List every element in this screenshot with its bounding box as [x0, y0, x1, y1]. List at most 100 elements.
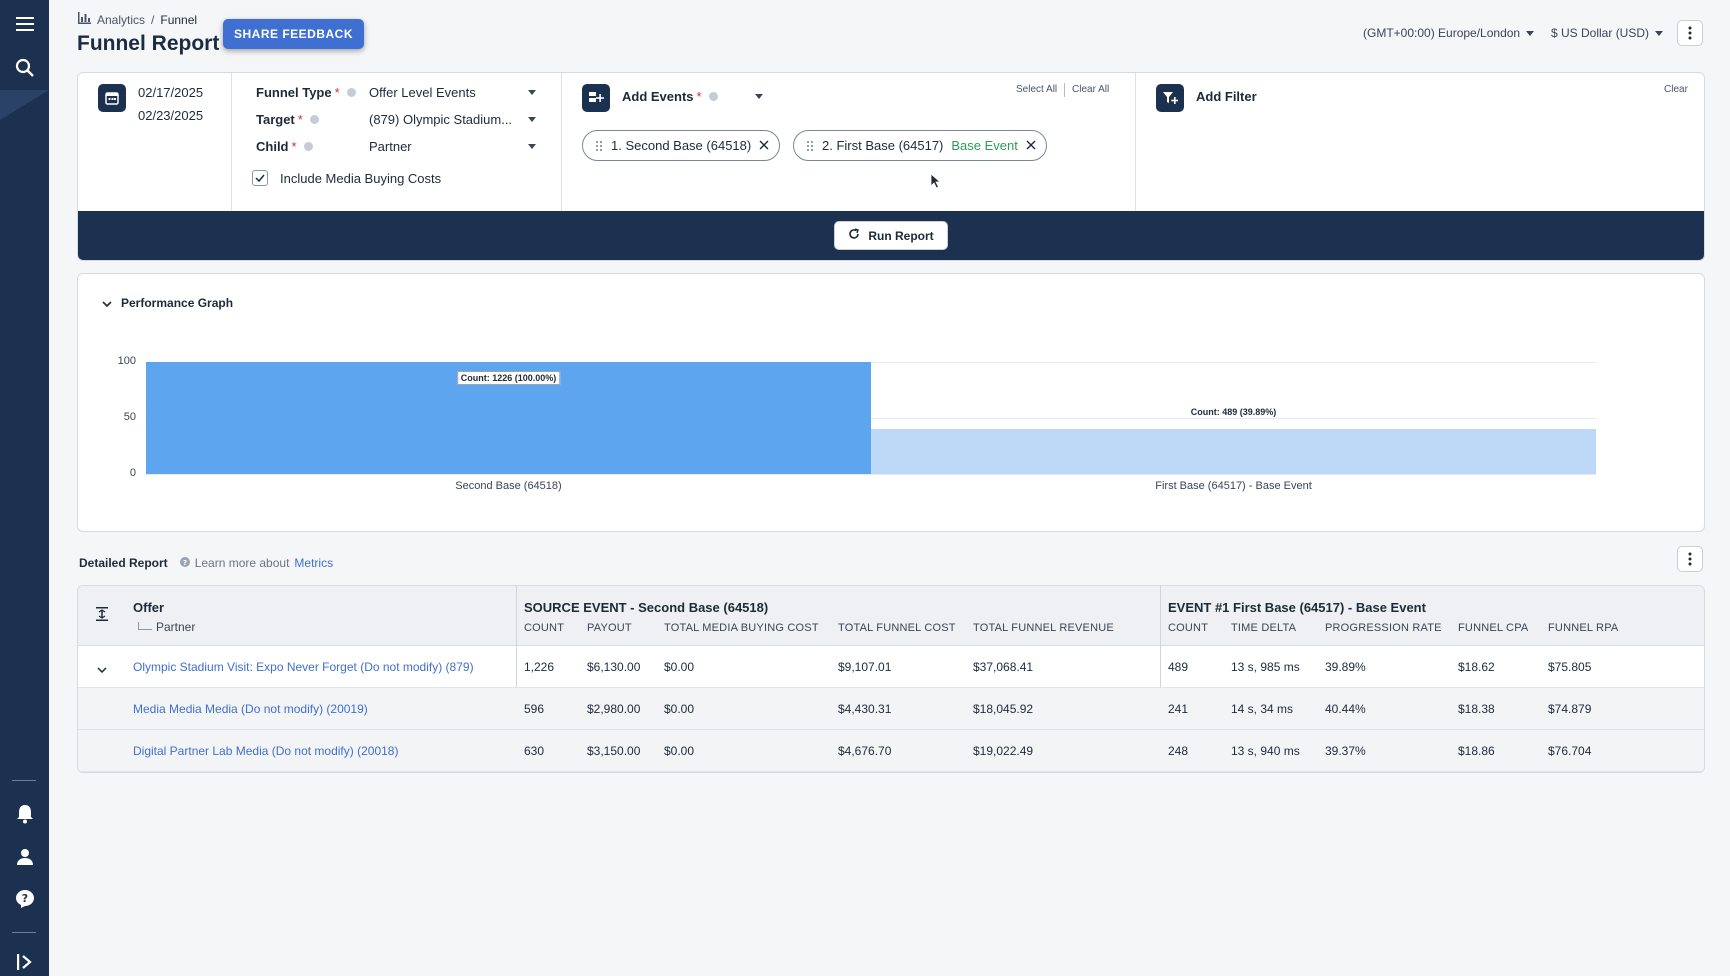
table-cell: 13 s, 985 ms [1231, 660, 1300, 674]
run-report-label: Run Report [868, 228, 934, 243]
chevron-down-icon[interactable] [102, 296, 112, 310]
search-icon[interactable] [0, 56, 49, 80]
target-value: (879) Olympic Stadium... [369, 112, 513, 127]
close-icon[interactable] [759, 138, 769, 153]
timezone-value: (GMT+00:00) Europe/London [1363, 26, 1521, 40]
collapse-row-icon[interactable] [97, 662, 107, 676]
add-filter-button[interactable]: Add Filter [1196, 89, 1257, 104]
info-icon[interactable] [303, 142, 313, 151]
table-cell: $4,430.31 [838, 702, 892, 716]
more-options-button[interactable] [1677, 20, 1703, 46]
date-start[interactable]: 02/17/2025 [138, 85, 203, 100]
select-all-link[interactable]: Select All [1016, 84, 1057, 95]
x-category-label: First Base (64517) - Base Event [1155, 480, 1312, 492]
mouse-cursor-icon [930, 173, 942, 194]
info-icon[interactable] [346, 88, 356, 97]
row-name-link[interactable]: Olympic Stadium Visit: Expo Never Forget… [133, 660, 474, 674]
expand-all-icon[interactable] [96, 607, 108, 626]
add-events-dropdown[interactable]: Add Events * [622, 89, 763, 104]
report-config-panel: 02/17/2025 02/23/2025 Funnel Type * Offer… [77, 72, 1705, 261]
table-cell: 13 s, 940 ms [1231, 744, 1300, 758]
source-event-header: SOURCE EVENT - Second Base (64518) [524, 600, 769, 615]
column-header[interactable]: TOTAL FUNNEL REVENUE [973, 622, 1114, 634]
breadcrumb-analytics[interactable]: Analytics [97, 13, 145, 27]
close-icon[interactable] [1026, 138, 1036, 153]
column-header[interactable]: TOTAL FUNNEL COST [838, 622, 956, 634]
table-cell: 39.37% [1325, 744, 1366, 758]
add-events-icon[interactable] [582, 84, 610, 112]
column-header[interactable]: FUNNEL CPA [1458, 622, 1528, 634]
breadcrumb: Analytics / Funnel [78, 12, 197, 27]
table-cell: $37,068.41 [973, 660, 1034, 674]
table-cell: $18.38 [1458, 702, 1495, 716]
event-chip-label: 2. First Base (64517) [822, 138, 944, 153]
event-1-header: EVENT #1 First Base (64517) - Base Event [1168, 600, 1426, 615]
help-icon[interactable]: ? [0, 887, 49, 911]
row-name-link[interactable]: Media Media Media (Do not modify) (20019… [133, 702, 368, 716]
row-name-link[interactable]: Digital Partner Lab Media (Do not modify… [133, 744, 398, 758]
metrics-link[interactable]: Metrics [294, 556, 333, 570]
share-feedback-button[interactable]: SHARE FEEDBACK [223, 19, 364, 49]
funnel-type-field[interactable]: Funnel Type * Offer Level Events [256, 85, 536, 100]
detailed-report-table: Offer Partner SOURCE EVENT - Second Base… [77, 585, 1705, 773]
funnel-bar[interactable] [871, 429, 1596, 474]
run-report-button[interactable]: Run Report [834, 221, 948, 250]
add-filter-icon[interactable] [1156, 84, 1184, 112]
date-range-section[interactable]: 02/17/2025 02/23/2025 [78, 73, 232, 211]
required-mark: * [334, 85, 340, 100]
clear-filter-link[interactable]: Clear [1664, 84, 1688, 95]
table-cell: $6,130.00 [587, 660, 641, 674]
clear-all-link[interactable]: Clear All [1072, 84, 1109, 95]
funnel-type-value: Offer Level Events [369, 85, 476, 100]
offer-column-header[interactable]: Offer [133, 600, 164, 615]
child-label: Child [256, 139, 289, 154]
table-cell: $3,150.00 [587, 744, 641, 758]
drag-handle-icon[interactable] [806, 139, 814, 152]
table-cell: $19,022.49 [973, 744, 1034, 758]
column-header[interactable]: FUNNEL RPA [1548, 622, 1618, 634]
performance-graph-header[interactable]: Performance Graph [102, 296, 233, 310]
table-options-button[interactable] [1677, 546, 1703, 572]
table-cell: 1,226 [524, 660, 555, 674]
column-header[interactable]: COUNT [1168, 622, 1208, 634]
chevron-down-icon [528, 144, 536, 149]
info-icon[interactable] [309, 115, 319, 124]
y-tick-label: 50 [123, 411, 136, 423]
event-chip-2[interactable]: 2. First Base (64517) Base Event [793, 130, 1047, 161]
timezone-select[interactable]: (GMT+00:00) Europe/London [1363, 26, 1535, 40]
link-divider [1064, 83, 1065, 97]
date-end[interactable]: 02/23/2025 [138, 108, 203, 123]
target-field[interactable]: Target * (879) Olympic Stadium... [256, 112, 536, 127]
column-header[interactable]: TIME DELTA [1231, 622, 1296, 634]
include-media-checkbox[interactable] [252, 170, 268, 186]
x-category-label: Second Base (64518) [455, 480, 562, 492]
event-chip-1[interactable]: 1. Second Base (64518) [582, 130, 781, 161]
currency-value: $ US Dollar (USD) [1551, 26, 1650, 40]
performance-graph-title: Performance Graph [121, 296, 234, 310]
table-header: Offer Partner SOURCE EVENT - Second Base… [78, 586, 1704, 646]
currency-select[interactable]: $ US Dollar (USD) [1551, 26, 1664, 40]
chevron-down-icon [754, 94, 763, 99]
sidebar-decoration [0, 90, 49, 120]
expand-sidebar-icon[interactable] [0, 950, 49, 974]
menu-icon[interactable] [0, 12, 49, 36]
column-header[interactable]: PROGRESSION RATE [1325, 622, 1442, 634]
drag-handle-icon[interactable] [595, 139, 603, 152]
table-cell: $75.805 [1548, 660, 1592, 674]
events-section: Add Events * Select All Clear All 1. Sec… [562, 73, 1136, 211]
calendar-icon[interactable] [98, 84, 126, 112]
column-header[interactable]: COUNT [524, 622, 564, 634]
y-tick-label: 100 [117, 355, 136, 367]
info-icon[interactable] [708, 92, 718, 101]
table-cell: $2,980.00 [587, 702, 641, 716]
column-header[interactable]: PAYOUT [587, 622, 632, 634]
include-media-checkbox-row[interactable]: Include Media Buying Costs [252, 170, 441, 186]
bell-icon[interactable] [0, 802, 49, 826]
child-field[interactable]: Child * Partner [256, 139, 536, 154]
table-row: Olympic Stadium Visit: Expo Never Forget… [78, 646, 1704, 688]
user-icon[interactable] [0, 845, 49, 869]
table-cell: $74.879 [1548, 702, 1592, 716]
column-header[interactable]: TOTAL MEDIA BUYING COST [664, 622, 819, 634]
include-media-label: Include Media Buying Costs [280, 170, 442, 186]
main-content: Analytics / Funnel Funnel Report SHARE F… [49, 0, 1730, 976]
